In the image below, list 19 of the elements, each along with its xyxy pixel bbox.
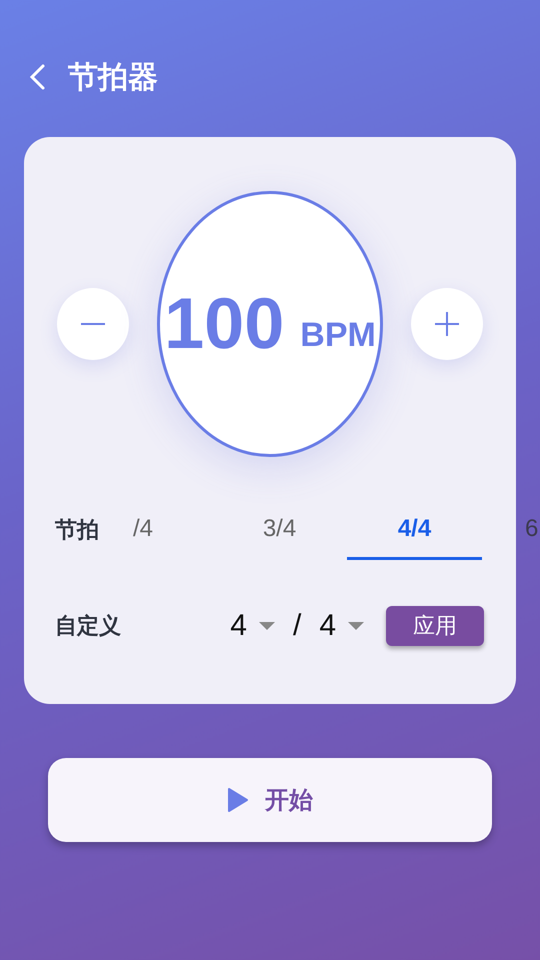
page-title: 节拍器 bbox=[68, 58, 158, 96]
meter-tab[interactable]: /4 bbox=[128, 503, 212, 560]
minus-icon bbox=[81, 322, 105, 326]
numerator-dropdown[interactable]: 4 bbox=[230, 609, 275, 643]
play-icon bbox=[227, 787, 249, 813]
dropdown-caret-icon bbox=[348, 622, 364, 630]
meter-label: 节拍 bbox=[54, 517, 100, 545]
back-icon[interactable] bbox=[28, 63, 46, 91]
meter-tab[interactable]: 4/4 bbox=[347, 503, 482, 560]
meter-tab[interactable]: 3/4 bbox=[212, 503, 347, 560]
start-button[interactable]: 开始 bbox=[48, 758, 492, 842]
denominator-dropdown[interactable]: 4 bbox=[319, 609, 364, 643]
tempo-unit: BPM bbox=[300, 316, 376, 354]
custom-label: 自定义 bbox=[55, 612, 122, 641]
tempo-value: 100 bbox=[164, 288, 284, 360]
plus-icon bbox=[435, 312, 459, 336]
separator: / bbox=[292, 609, 302, 643]
dropdown-caret-icon bbox=[258, 622, 275, 630]
apply-button[interactable]: 应用 bbox=[386, 606, 484, 646]
